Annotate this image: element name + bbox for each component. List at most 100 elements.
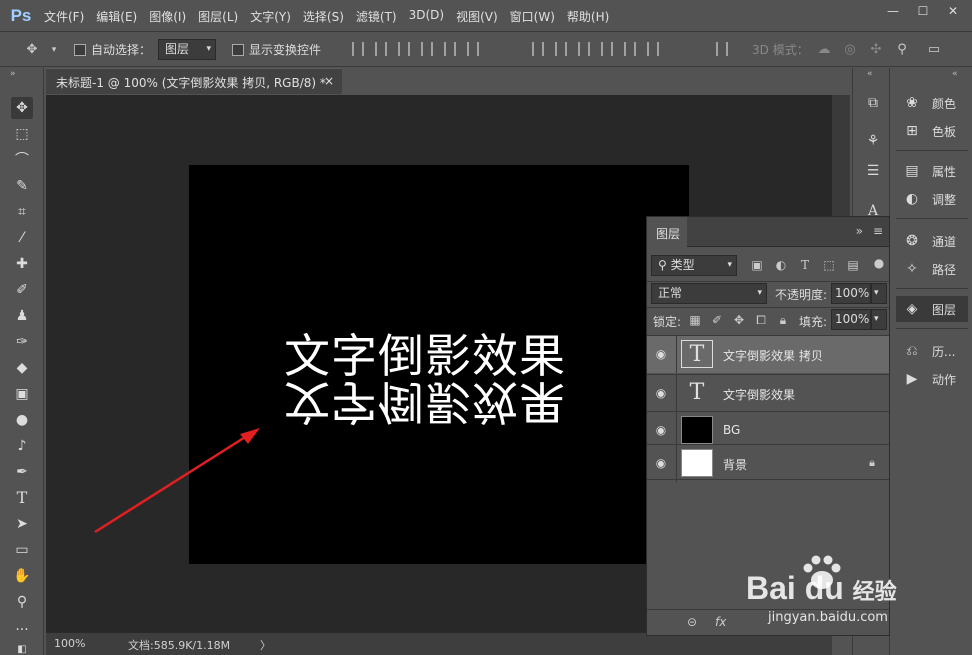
eye-icon[interactable]: ◉ — [653, 386, 669, 400]
panel-properties[interactable]: ▤ 属性 — [896, 158, 968, 184]
minimize-button[interactable]: — — [878, 2, 908, 20]
collapse-icon[interactable]: « — [952, 69, 958, 79]
menu-view[interactable]: 视图(V) — [456, 8, 498, 25]
menu-3d[interactable]: 3D(D) — [409, 8, 444, 25]
filter-shape-icon[interactable]: ⬚ — [821, 257, 837, 273]
brushes-panel-icon[interactable]: ⚘ — [862, 130, 884, 152]
lock-all-icon[interactable]: 🔒︎ — [775, 312, 791, 328]
panel-channels[interactable]: ❂ 通道 — [896, 228, 968, 254]
panel-history[interactable]: ⎌ 历... — [896, 338, 968, 364]
workspace-icon[interactable]: ▭ — [926, 42, 942, 58]
panel-menu-icon[interactable]: ≡ — [873, 224, 883, 238]
status-menu-icon[interactable]: 〉 — [260, 637, 271, 653]
eyedropper-tool-icon[interactable]: ⁄ — [11, 227, 33, 249]
zoom-tool-icon[interactable]: ⚲ — [11, 591, 33, 613]
menu-select[interactable]: 选择(S) — [303, 8, 344, 25]
crop-tool-icon[interactable]: ⌗ — [11, 201, 33, 223]
eraser-tool-icon[interactable]: ◆ — [11, 357, 33, 379]
brush-settings-icon[interactable]: ☰ — [862, 160, 884, 182]
layer-row[interactable]: ◉ T 文字倒影效果 — [647, 374, 889, 412]
zoom-level[interactable]: 100% — [54, 637, 85, 650]
link-layers-icon[interactable]: ⊝ — [687, 615, 697, 629]
filter-smart-icon[interactable]: ▤ — [845, 257, 861, 273]
3d-roll-icon[interactable]: ◎ — [842, 42, 858, 58]
distribute-buttons[interactable] — [532, 42, 670, 56]
fill-chevron-icon[interactable]: ▾ — [871, 309, 887, 330]
hand-tool-icon[interactable]: ✋ — [11, 565, 33, 587]
menu-layer[interactable]: 图层(L) — [198, 8, 238, 25]
filter-pixel-icon[interactable]: ▣ — [749, 257, 765, 273]
layer-name[interactable]: BG — [723, 423, 740, 437]
menu-edit[interactable]: 编辑(E) — [96, 8, 137, 25]
layer-name[interactable]: 文字倒影效果 — [723, 386, 795, 403]
lock-transparent-icon[interactable]: ▦ — [687, 312, 703, 328]
marquee-tool-icon[interactable]: ⬚ — [11, 123, 33, 145]
filter-toggle-icon[interactable]: ● — [871, 255, 887, 271]
type-tool-icon[interactable]: T — [11, 487, 33, 509]
eye-icon[interactable]: ◉ — [653, 347, 669, 361]
menu-file[interactable]: 文件(F) — [44, 8, 84, 25]
filter-adjustment-icon[interactable]: ◐ — [773, 257, 789, 273]
document-tab[interactable]: 未标题-1 @ 100% (文字倒影效果 拷贝, RGB/8) * × — [46, 68, 342, 94]
maximize-button[interactable]: ☐ — [908, 2, 938, 20]
auto-select-dropdown[interactable]: 图层 ▾ — [158, 39, 216, 60]
panel-paths[interactable]: ✧ 路径 — [896, 256, 968, 282]
collapse-icon[interactable]: « — [867, 69, 873, 79]
stamp-tool-icon[interactable]: ♟ — [11, 305, 33, 327]
move-tool-icon[interactable]: ✥ — [24, 42, 40, 58]
close-button[interactable]: ✕ — [938, 2, 968, 20]
opacity-chevron-icon[interactable]: ▾ — [871, 283, 887, 304]
collapse-icon[interactable]: » — [10, 69, 16, 79]
auto-select-checkbox[interactable]: 自动选择： — [74, 41, 151, 59]
tab-layers[interactable]: 图层 — [647, 217, 687, 247]
canvas-text-reflection[interactable]: 文字倒影效果 — [284, 375, 566, 429]
3d-orbit-icon[interactable]: ☁ — [816, 42, 832, 58]
menu-window[interactable]: 窗口(W) — [510, 8, 555, 25]
more-tools-icon[interactable]: ··· — [11, 619, 33, 641]
pen-tool-icon[interactable]: ✒ — [11, 461, 33, 483]
collapse-icon[interactable]: » — [856, 224, 863, 238]
shape-tool-icon[interactable]: ▭ — [11, 539, 33, 561]
layer-name[interactable]: 背景 — [723, 456, 747, 473]
gradient-tool-icon[interactable]: ▣ — [11, 383, 33, 405]
move-tool-icon[interactable]: ✥ — [11, 97, 33, 119]
auto-align-button[interactable] — [716, 42, 739, 56]
healing-tool-icon[interactable]: ✚ — [11, 253, 33, 275]
search-icon[interactable]: ⚲ — [894, 42, 910, 58]
filter-type-icon[interactable]: T — [797, 257, 813, 273]
brush-tool-icon[interactable]: ✐ — [11, 279, 33, 301]
panel-actions[interactable]: ▶ 动作 — [896, 366, 968, 392]
fill-input[interactable]: 100% — [831, 309, 871, 330]
color-swatch-icon[interactable]: ◧ — [11, 639, 33, 655]
layer-name[interactable]: 文字倒影效果 拷贝 — [723, 347, 823, 364]
eye-icon[interactable]: ◉ — [653, 423, 669, 437]
path-select-tool-icon[interactable]: ➤ — [11, 513, 33, 535]
dodge-tool-icon[interactable]: ♪ — [11, 435, 33, 457]
menu-filter[interactable]: 滤镜(T) — [356, 8, 397, 25]
panel-adjustments[interactable]: ◐ 调整 — [896, 186, 968, 212]
blend-mode-dropdown[interactable]: 正常 ▾ — [651, 283, 767, 304]
show-transform-checkbox[interactable]: 显示变换控件 — [232, 41, 321, 59]
history-brush-tool-icon[interactable]: ✑ — [11, 331, 33, 353]
menu-type[interactable]: 文字(Y) — [250, 8, 291, 25]
3d-pan-icon[interactable]: ✣ — [868, 42, 884, 58]
menu-image[interactable]: 图像(I) — [149, 8, 186, 25]
character-panel-icon[interactable]: ⧉ — [862, 92, 884, 114]
quick-select-tool-icon[interactable]: ✎ — [11, 175, 33, 197]
panel-swatches[interactable]: ⊞ 色板 — [896, 118, 968, 144]
align-buttons[interactable] — [352, 42, 490, 56]
lasso-tool-icon[interactable]: ⌒ — [11, 149, 33, 171]
layer-row[interactable]: ◉ T 文字倒影效果 拷贝 — [647, 335, 889, 373]
chevron-down-icon[interactable]: ▾ — [46, 42, 62, 58]
opacity-input[interactable]: 100% — [831, 283, 871, 304]
close-tab-icon[interactable]: × — [324, 74, 334, 88]
panel-color[interactable]: ❀ 颜色 — [896, 90, 968, 116]
blur-tool-icon[interactable]: ● — [11, 409, 33, 431]
fx-button[interactable]: fx — [715, 615, 726, 629]
lock-position-icon[interactable]: ✥ — [731, 312, 747, 328]
layer-row[interactable]: ◉ 背景 🔒︎ — [647, 444, 889, 482]
lock-artboard-icon[interactable]: ⧠ — [753, 312, 769, 328]
panel-layers[interactable]: ◈ 图层 — [896, 296, 968, 322]
lock-pixels-icon[interactable]: ✐ — [709, 312, 725, 328]
layer-filter-dropdown[interactable]: ⚲ 类型 ▾ — [651, 255, 737, 276]
